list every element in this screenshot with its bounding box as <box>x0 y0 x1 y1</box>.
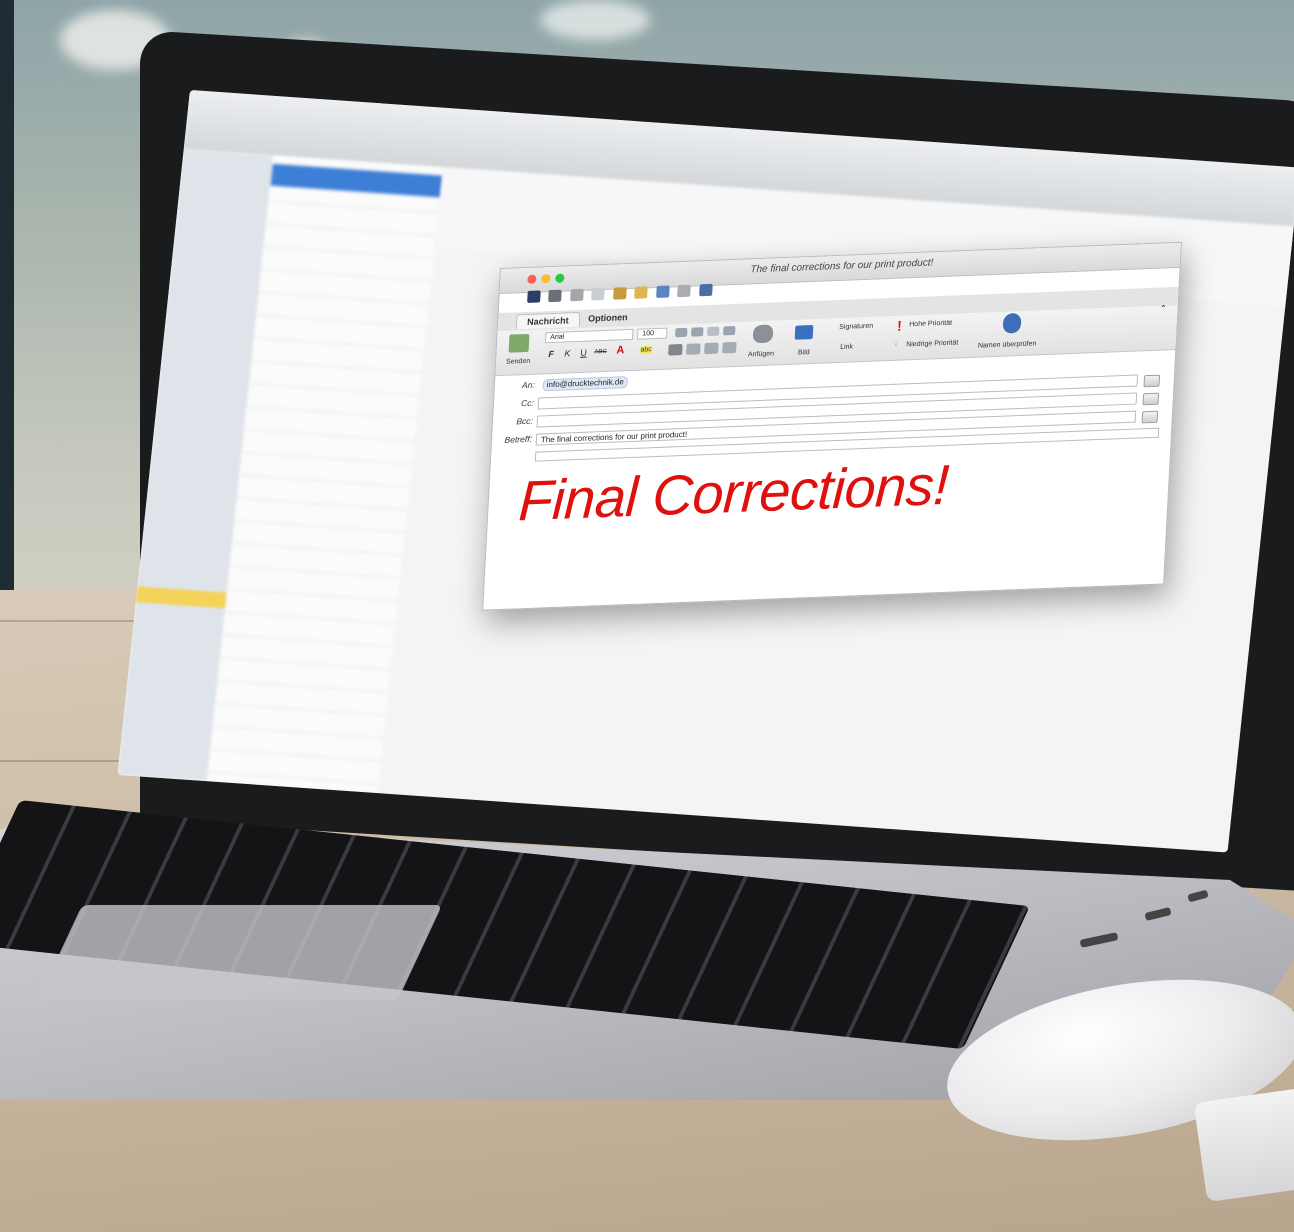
selected-message-row <box>270 163 443 198</box>
attach-button-label[interactable]: Anfügen <box>748 350 774 358</box>
check-names-button[interactable]: Namen überprüfen <box>978 340 1037 349</box>
close-button[interactable] <box>527 274 537 284</box>
external-device <box>1193 1087 1294 1203</box>
bullet-list-icon[interactable] <box>675 327 688 338</box>
copy-icon[interactable] <box>591 287 606 301</box>
indent-icon[interactable] <box>723 325 736 336</box>
font-color-button[interactable]: A <box>616 344 625 356</box>
bold-button[interactable]: F <box>548 349 554 359</box>
subject-value: The final corrections for our print prod… <box>540 429 688 445</box>
numbered-list-icon[interactable] <box>691 327 704 337</box>
bcc-label: Bcc: <box>516 415 534 427</box>
subject-label: Betreff: <box>504 433 533 445</box>
save-icon[interactable] <box>527 290 541 303</box>
justify-icon[interactable] <box>722 341 737 354</box>
minimize-button[interactable] <box>541 274 551 284</box>
send-button-label[interactable]: Senden <box>506 358 531 366</box>
undo-icon[interactable] <box>655 285 670 299</box>
recipient-chip[interactable]: info@drucktechnik.de <box>542 376 629 392</box>
subject-side-button[interactable] <box>1141 410 1159 424</box>
trackpad <box>37 905 443 1000</box>
cc-label: Cc: <box>520 397 535 409</box>
collapse-ribbon-icon[interactable]: ⌃ <box>1159 303 1167 314</box>
cc-address-book-button[interactable] <box>1143 374 1161 388</box>
send-icon[interactable] <box>508 333 530 353</box>
outdent-icon[interactable] <box>707 326 720 337</box>
font-name-select[interactable]: Arial <box>544 328 634 344</box>
font-size-value: 100 <box>642 330 655 338</box>
paste-icon[interactable] <box>612 287 627 300</box>
align-center-icon[interactable] <box>686 343 701 355</box>
highlight-button[interactable]: abc <box>640 346 652 354</box>
image-icon[interactable] <box>794 324 814 340</box>
bcc-address-book-button[interactable] <box>1142 392 1160 406</box>
open-folder-icon[interactable] <box>634 286 649 299</box>
tab-optionen[interactable]: Optionen <box>578 310 638 327</box>
low-priority-button[interactable]: Niedrige Priorität <box>906 339 959 348</box>
tab-nachricht[interactable]: Nachricht <box>515 311 581 330</box>
paperclip-icon[interactable] <box>752 324 774 344</box>
message-body[interactable]: Final Corrections! <box>517 452 950 534</box>
maximize-button[interactable] <box>555 273 565 283</box>
window-title: The final corrections for our print prod… <box>750 257 934 276</box>
check-names-icon[interactable] <box>1002 312 1022 334</box>
low-priority-icon: ↓ <box>894 340 898 348</box>
cut-icon[interactable] <box>570 288 584 302</box>
strikethrough-button[interactable]: ABC <box>594 349 607 355</box>
image-button-label[interactable]: Bild <box>798 349 810 356</box>
print-icon[interactable] <box>548 289 563 303</box>
signatures-button[interactable]: Signaturen <box>839 323 873 331</box>
high-priority-icon: ! <box>896 317 903 334</box>
italic-button[interactable]: K <box>564 348 571 358</box>
underline-button[interactable]: U <box>580 348 587 358</box>
compose-window: The final corrections for our print prod… <box>482 241 1182 611</box>
high-priority-button[interactable]: Hohe Priorität <box>909 320 952 329</box>
align-right-icon[interactable] <box>704 342 719 355</box>
redo-icon[interactable] <box>677 284 691 298</box>
address-book-icon[interactable] <box>698 283 713 297</box>
link-button[interactable]: Link <box>840 343 853 351</box>
to-label: An: <box>521 379 536 391</box>
align-left-icon[interactable] <box>668 343 683 356</box>
font-size-select[interactable]: 100 <box>636 327 668 340</box>
font-name-value: Arial <box>550 333 565 342</box>
